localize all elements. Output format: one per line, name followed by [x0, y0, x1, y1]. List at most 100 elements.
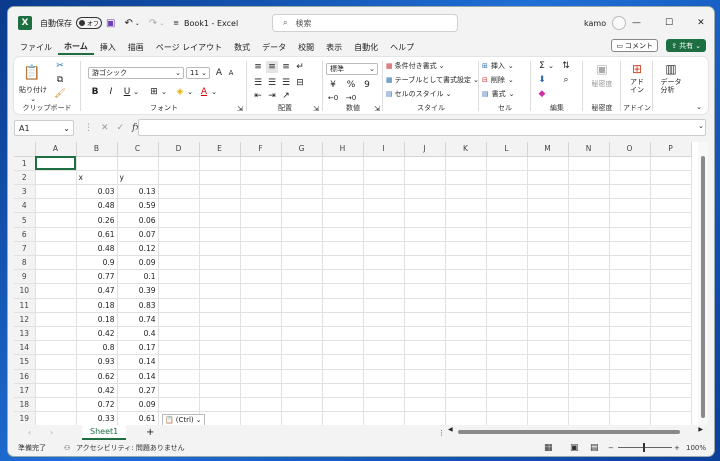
search-box[interactable]: ⌕ 検索: [272, 14, 458, 32]
cell-n6[interactable]: [568, 227, 610, 242]
cell-j1[interactable]: [404, 156, 446, 171]
cell-o19[interactable]: [609, 411, 651, 425]
cell-f3[interactable]: [240, 184, 282, 200]
cell-j8[interactable]: [404, 255, 446, 271]
cell-o2[interactable]: [609, 170, 651, 186]
cell-j16[interactable]: [404, 369, 446, 384]
cell-n16[interactable]: [568, 369, 610, 384]
zoom-in-icon[interactable]: +: [674, 444, 680, 452]
cell-l6[interactable]: [486, 227, 528, 242]
cell-j5[interactable]: [404, 212, 446, 228]
select-all-corner[interactable]: [14, 142, 36, 157]
cell-d8[interactable]: [158, 255, 200, 271]
wrap-text-icon[interactable]: ↵: [294, 61, 306, 73]
cell-c9[interactable]: 0.1: [117, 269, 159, 285]
dialog-launcher-icon[interactable]: ⇲: [312, 105, 320, 113]
cell-i11[interactable]: [363, 298, 405, 313]
format-as-table-button[interactable]: ▦ テーブルとして書式設定 ⌄: [386, 74, 479, 86]
row-header[interactable]: 3: [14, 184, 36, 200]
cell-j11[interactable]: [404, 298, 446, 313]
cell-c4[interactable]: 0.59: [117, 198, 159, 214]
chevron-down-icon[interactable]: ⌄: [187, 86, 193, 98]
cell-e4[interactable]: [199, 198, 241, 214]
cell-m12[interactable]: [527, 312, 569, 327]
cell-o8[interactable]: [609, 255, 651, 271]
cell-p16[interactable]: [650, 369, 692, 384]
row-header[interactable]: 13: [14, 326, 36, 342]
cell-h15[interactable]: [322, 354, 364, 370]
cell-i3[interactable]: [363, 184, 405, 200]
cell-g6[interactable]: [281, 227, 323, 242]
cell-c13[interactable]: 0.4: [117, 326, 159, 342]
cell-e11[interactable]: [199, 298, 241, 313]
scroll-right-icon[interactable]: ▶: [698, 426, 703, 433]
cell-c16[interactable]: 0.14: [117, 369, 159, 384]
cell-p19[interactable]: [650, 411, 692, 425]
scroll-left-icon[interactable]: ◀: [448, 426, 453, 433]
tab-help[interactable]: ヘルプ: [384, 39, 420, 55]
formula-input[interactable]: [138, 119, 706, 136]
cell-a9[interactable]: [35, 269, 77, 285]
increase-decimal-icon[interactable]: ←0: [326, 93, 340, 103]
merge-center-icon[interactable]: ⊟: [294, 77, 306, 89]
cell-b16[interactable]: 0.62: [76, 369, 118, 384]
data-analysis-icon[interactable]: ▥: [663, 61, 679, 77]
cell-g10[interactable]: [281, 283, 323, 299]
cell-k18[interactable]: [445, 397, 487, 413]
cell-g14[interactable]: [281, 340, 323, 356]
cell-m10[interactable]: [527, 283, 569, 299]
cell-n8[interactable]: [568, 255, 610, 271]
cell-d17[interactable]: [158, 383, 200, 398]
delete-cells-button[interactable]: ⊟ 削除 ⌄: [482, 74, 514, 86]
cell-m7[interactable]: [527, 241, 569, 257]
cell-o13[interactable]: [609, 326, 651, 342]
cell-g15[interactable]: [281, 354, 323, 370]
chevron-down-icon[interactable]: ⌄: [211, 86, 217, 98]
cell-j18[interactable]: [404, 397, 446, 413]
cell-l7[interactable]: [486, 241, 528, 257]
cell-h2[interactable]: [322, 170, 364, 186]
cell-c7[interactable]: 0.12: [117, 241, 159, 257]
cell-l2[interactable]: [486, 170, 528, 186]
borders-icon[interactable]: ⊞: [148, 86, 160, 98]
cell-i1[interactable]: [363, 156, 405, 171]
tab-review[interactable]: 校閲: [292, 39, 320, 55]
cell-k15[interactable]: [445, 354, 487, 370]
redo-dropdown-icon[interactable]: ⌄: [159, 20, 164, 27]
cell-e1[interactable]: [199, 156, 241, 171]
cell-k12[interactable]: [445, 312, 487, 327]
row-header[interactable]: 12: [14, 312, 36, 327]
cell-m11[interactable]: [527, 298, 569, 313]
prev-sheet-icon[interactable]: ‹: [28, 428, 31, 437]
redo-icon[interactable]: ↷: [149, 18, 157, 29]
cell-c11[interactable]: 0.83: [117, 298, 159, 313]
user-name[interactable]: kamo: [584, 19, 606, 28]
cell-l5[interactable]: [486, 212, 528, 228]
cell-h16[interactable]: [322, 369, 364, 384]
cell-h9[interactable]: [322, 269, 364, 285]
column-header-j[interactable]: J: [404, 142, 446, 157]
tab-view[interactable]: 表示: [320, 39, 348, 55]
column-header-d[interactable]: D: [158, 142, 200, 157]
italic-button[interactable]: I: [106, 86, 116, 98]
cell-m6[interactable]: [527, 227, 569, 242]
cell-p7[interactable]: [650, 241, 692, 257]
cell-l4[interactable]: [486, 198, 528, 214]
cell-e6[interactable]: [199, 227, 241, 242]
sort-filter-icon[interactable]: ⇅: [560, 60, 572, 72]
fill-icon[interactable]: ⬇: [536, 74, 548, 86]
cell-a18[interactable]: [35, 397, 77, 413]
cell-n7[interactable]: [568, 241, 610, 257]
cell-k11[interactable]: [445, 298, 487, 313]
cell-b13[interactable]: 0.42: [76, 326, 118, 342]
cut-icon[interactable]: ✂: [54, 60, 66, 72]
accessibility-icon[interactable]: ⚇: [64, 444, 70, 452]
cell-i8[interactable]: [363, 255, 405, 271]
cell-b17[interactable]: 0.42: [76, 383, 118, 398]
align-middle-icon[interactable]: ≡: [266, 61, 278, 73]
zoom-level[interactable]: 100%: [686, 444, 706, 452]
cell-d7[interactable]: [158, 241, 200, 257]
cell-m8[interactable]: [527, 255, 569, 271]
cell-o7[interactable]: [609, 241, 651, 257]
cell-p13[interactable]: [650, 326, 692, 342]
